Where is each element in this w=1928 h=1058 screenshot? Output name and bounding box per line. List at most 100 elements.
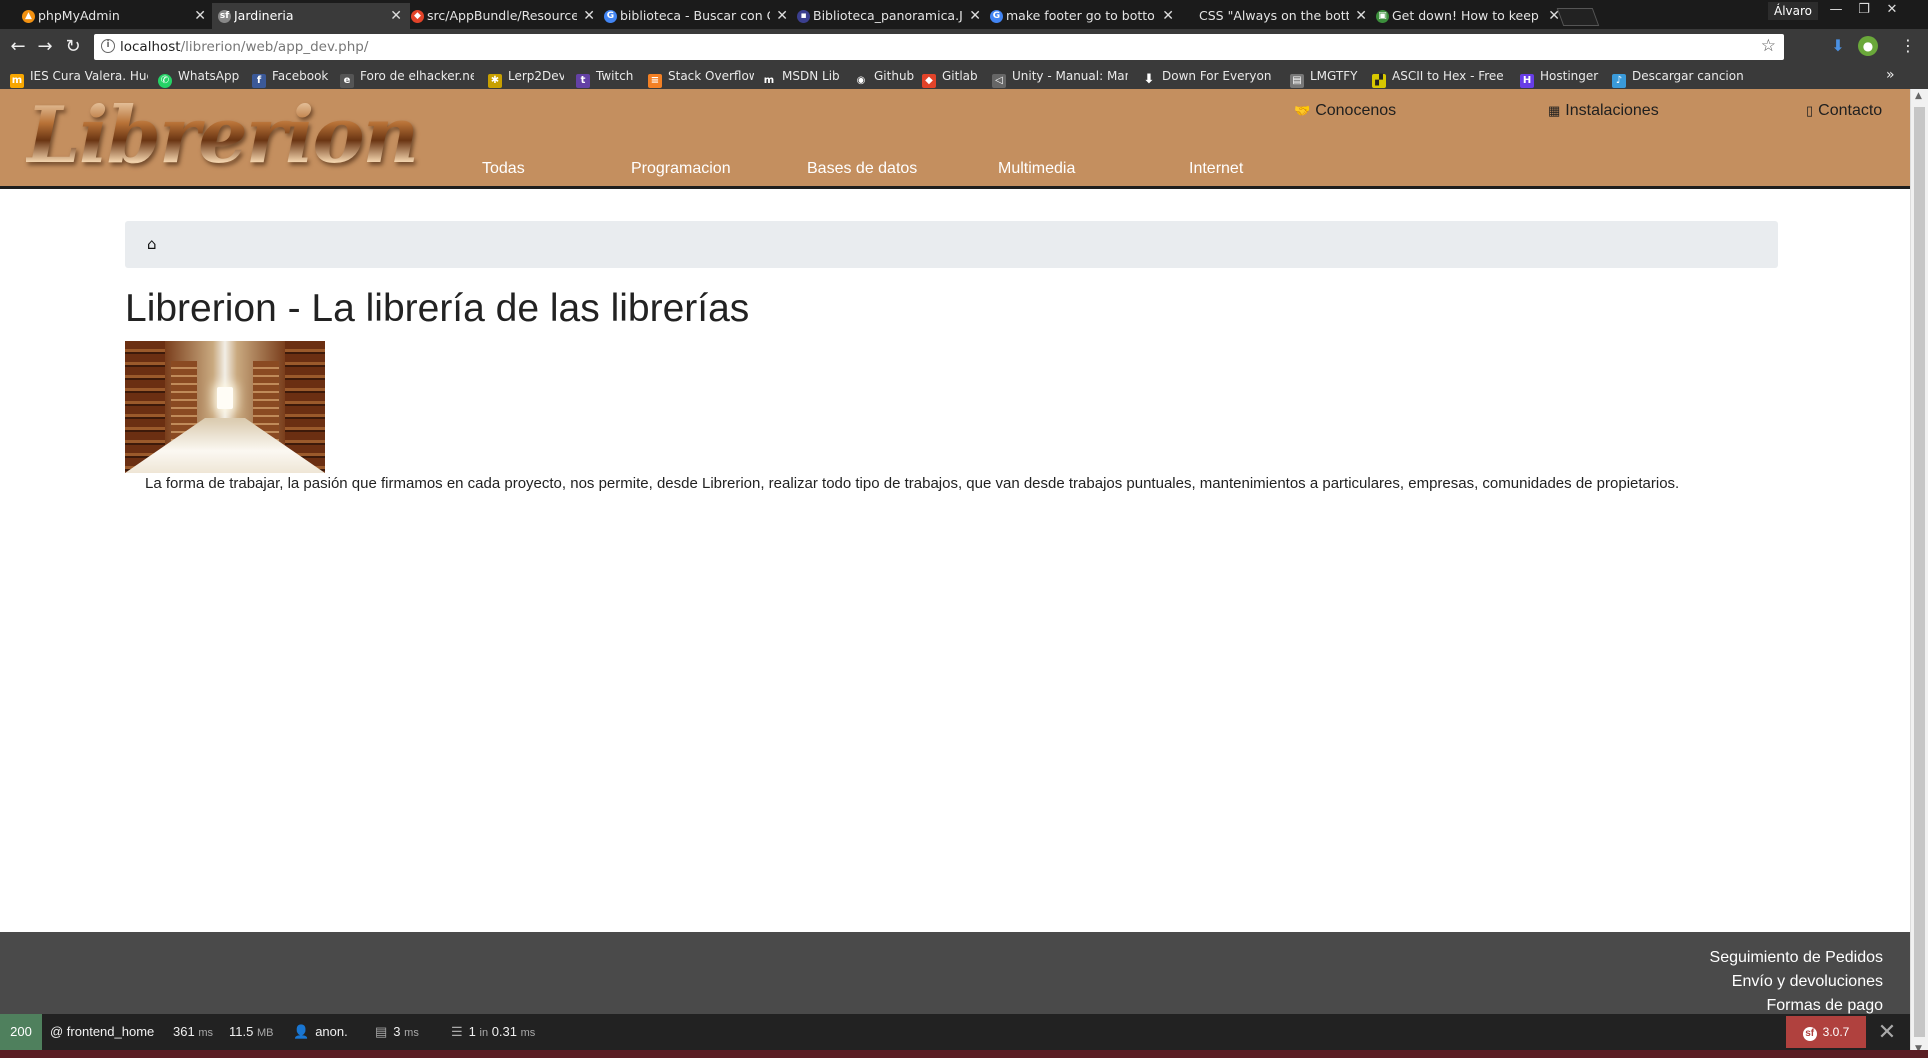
intro-text: La forma de trabajar, la pasión que firm…	[145, 475, 1680, 492]
bookmark-lmgtfy[interactable]: ▤ LMGTFY	[1290, 65, 1362, 89]
back-icon[interactable]: ←	[6, 35, 30, 59]
symfony-version-badge[interactable]: sf 3.0.7	[1786, 1016, 1866, 1048]
route-name[interactable]: @ frontend_home	[50, 1014, 154, 1050]
bookmark-star-icon[interactable]: ☆	[1761, 36, 1776, 56]
close-icon[interactable]: ✕	[1162, 3, 1174, 29]
bookmark-descargar[interactable]: ♪Descargar canciones	[1612, 65, 1744, 89]
close-icon[interactable]: ✕	[390, 3, 402, 29]
menu-icon[interactable]: ⋮	[1900, 36, 1916, 55]
page-viewport: Librerion 🤝 Conocenos ▦ Instalaciones ▯ Con…	[0, 89, 1910, 1058]
gitlab-icon: ◆	[922, 74, 936, 88]
close-icon[interactable]: ✕	[194, 3, 206, 29]
scroll-thumb[interactable]	[1914, 107, 1925, 1037]
hostinger-icon: H	[1520, 74, 1534, 88]
home-icon[interactable]: ⌂	[147, 235, 157, 253]
request-time[interactable]: 361 ms	[173, 1014, 213, 1051]
bookmark-github[interactable]: ◉ Github	[854, 65, 914, 89]
bookmark-whatsapp[interactable]: ✆ WhatsApp	[158, 65, 246, 89]
close-icon[interactable]: ✕	[1355, 3, 1367, 29]
phone-icon: ▯	[1806, 103, 1814, 118]
database-icon: ☰	[451, 1024, 463, 1039]
tab-gitlab-source[interactable]: ◆ src/AppBundle/Resource ✕	[405, 3, 603, 29]
bookmark-stackoverflow[interactable]: ≡ Stack Overflow	[648, 65, 754, 89]
symfony-icon: sf	[1802, 1027, 1817, 1041]
bookmark-unity[interactable]: ◁ Unity - Manual: Manu	[992, 65, 1128, 89]
twig-time[interactable]: ▤ 3 ms	[375, 1014, 419, 1051]
bookmark-msdn[interactable]: m MSDN Lib	[762, 65, 842, 89]
close-toolbar-icon[interactable]: ✕	[1874, 1018, 1900, 1046]
tab-css-always-bottom[interactable]: CSS "Always on the botto ✕	[1177, 3, 1375, 29]
user-info[interactable]: 👤 anon.	[293, 1014, 348, 1050]
reload-icon[interactable]: ↻	[61, 35, 85, 59]
restore-icon[interactable]: ❐	[1850, 0, 1878, 22]
category-bases-de-datos[interactable]: Bases de datos	[807, 159, 917, 179]
phpmyadmin-icon: ▲	[22, 10, 35, 23]
toolbar: ← → ↻ i localhost/librerion/web/app_dev.…	[0, 29, 1928, 65]
gitlab-icon: ◆	[411, 10, 424, 23]
tab-google-biblioteca[interactable]: G biblioteca - Buscar con G ✕	[598, 3, 796, 29]
tab-label: CSS "Always on the botto	[1199, 8, 1349, 23]
bookmark-twitch[interactable]: t Twitch	[576, 65, 638, 89]
tab-label: Get down! How to keep f	[1392, 8, 1542, 23]
scroll-up-icon[interactable]: ▲	[1915, 91, 1922, 101]
bookmark-elhacker[interactable]: e Foro de elhacker.net	[340, 65, 474, 89]
category-todas[interactable]: Todas	[482, 159, 525, 179]
download-extension-icon[interactable]: ⬇	[1828, 36, 1848, 56]
tab-google-footer[interactable]: G make footer go to botto ✕	[984, 3, 1182, 29]
bookmark-ascii-hex[interactable]: ▞ASCII to Hex - Free to	[1372, 65, 1506, 89]
category-multimedia[interactable]: Multimedia	[998, 159, 1075, 179]
tab-biblioteca-image[interactable]: ▪ Biblioteca_panoramica.JI ✕	[791, 3, 989, 29]
msdn-icon: m	[762, 74, 776, 88]
symfony-icon: sf	[218, 10, 231, 23]
nav-conocenos[interactable]: 🤝 Conocenos	[1294, 101, 1396, 121]
bookmark-lerp2dev[interactable]: ✱ Lerp2Dev	[488, 65, 564, 89]
bookmark-gitlab[interactable]: ◆ Gitlab	[922, 65, 982, 89]
close-icon[interactable]: ✕	[969, 3, 981, 29]
building-icon: ▦	[1548, 103, 1561, 118]
bookmark-ies[interactable]: m IES Cura Valera. Huér	[10, 65, 148, 89]
tab-label: Biblioteca_panoramica.JI	[813, 8, 963, 23]
twig-icon: ▤	[375, 1024, 388, 1039]
bookmark-downforeveryone[interactable]: ⬇Down For Everyone O	[1142, 65, 1272, 89]
site-icon: ▣	[1376, 10, 1389, 23]
nav-contacto[interactable]: ▯ Contacto	[1806, 101, 1882, 121]
more-bookmarks-icon[interactable]: »	[1886, 67, 1895, 83]
minimize-icon[interactable]: —	[1822, 0, 1850, 22]
whatsapp-icon: ✆	[158, 74, 172, 88]
nav-instalaciones[interactable]: ▦ Instalaciones	[1548, 101, 1659, 121]
category-internet[interactable]: Internet	[1189, 159, 1243, 179]
tab-phpmyadmin[interactable]: ▲ phpMyAdmin ✕	[16, 3, 214, 29]
tab-label: src/AppBundle/Resource	[427, 8, 577, 23]
tab-label: make footer go to botto	[1006, 8, 1155, 23]
twitch-icon: t	[576, 74, 590, 88]
breadcrumb: ⌂	[125, 221, 1778, 268]
new-tab-button[interactable]	[1556, 8, 1600, 26]
close-icon[interactable]: ✕	[583, 3, 595, 29]
category-programacion[interactable]: Programacion	[631, 159, 731, 179]
page-scrollbar[interactable]: ▲ ▼	[1910, 89, 1928, 1058]
forward-icon[interactable]: →	[33, 35, 57, 59]
address-bar[interactable]: i localhost/librerion/web/app_dev.php/ ☆	[94, 34, 1784, 60]
database-queries[interactable]: ☰ 1 in 0.31 ms	[451, 1014, 535, 1051]
close-icon[interactable]: ✕	[776, 3, 788, 29]
m-icon: m	[10, 74, 24, 88]
bookmarks-bar: m IES Cura Valera. Huér ✆ WhatsApp f Facebo…	[0, 65, 1928, 90]
music-icon: ♪	[1612, 74, 1626, 88]
footer-link-envio[interactable]: Envío y devoluciones	[1732, 970, 1883, 994]
bookmark-hostinger[interactable]: H Hostinger	[1520, 65, 1602, 89]
tab-get-down[interactable]: ▣ Get down! How to keep f ✕	[1370, 3, 1568, 29]
tab-jardineria[interactable]: sf Jardineria ✕	[212, 3, 410, 29]
site-header: Librerion 🤝 Conocenos ▦ Instalaciones ▯ Con…	[0, 89, 1910, 189]
bookmark-facebook[interactable]: f Facebook	[252, 65, 332, 89]
site-logo[interactable]: Librerion	[26, 93, 419, 179]
extension-icon[interactable]: ●	[1858, 36, 1878, 56]
status-code-badge[interactable]: 200	[0, 1014, 42, 1050]
footer-link-seguimiento[interactable]: Seguimiento de Pedidos	[1710, 946, 1883, 970]
library-image	[125, 341, 325, 473]
symfony-debug-toolbar: 200 @ frontend_home 361 ms 11.5 MB 👤 anon…	[0, 1014, 1910, 1050]
info-icon[interactable]: i	[101, 39, 115, 53]
window-close-icon[interactable]: ✕	[1878, 0, 1906, 22]
memory-usage[interactable]: 11.5 MB	[229, 1014, 273, 1051]
close-icon[interactable]: ✕	[1548, 3, 1560, 29]
profile-button[interactable]: Álvaro	[1768, 2, 1819, 20]
